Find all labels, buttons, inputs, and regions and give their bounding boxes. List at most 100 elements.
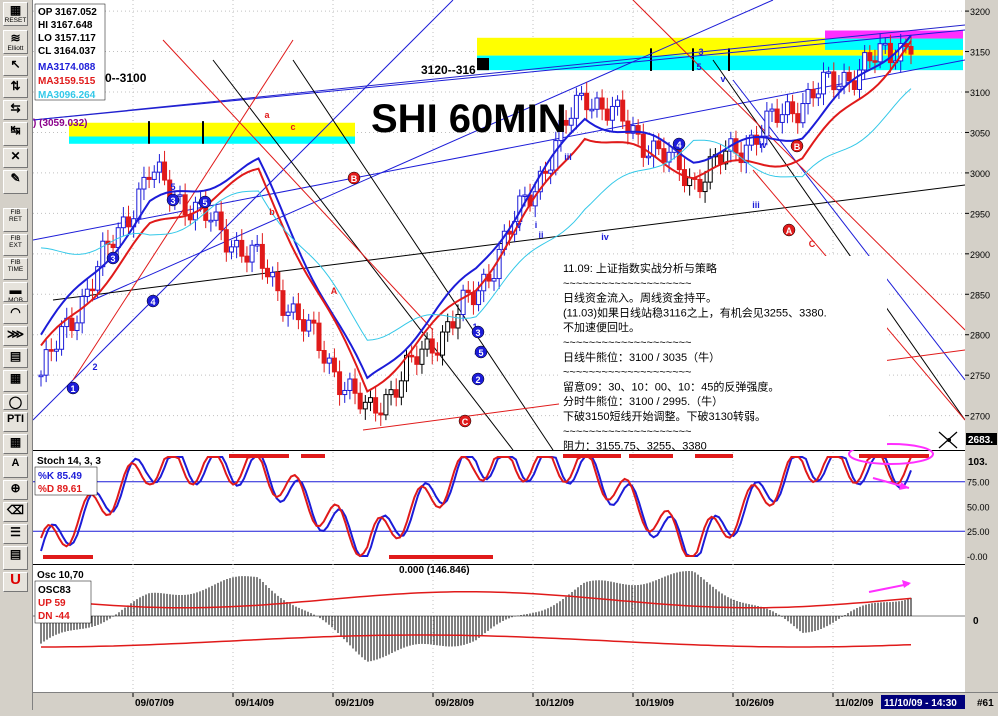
candle-body (620, 99, 626, 122)
wave-label: v (720, 74, 725, 84)
note-line: (11.03)如果日线站稳3116之上，有机会见3255、3380. (563, 305, 827, 319)
wave-label: 3 (475, 328, 480, 338)
tool-fib-ext-button[interactable]: FIB EXT (3, 234, 28, 256)
tool-grid2-button[interactable]: ▦ (3, 370, 28, 392)
cursor-icon: ↖ (10, 57, 21, 71)
candle-body (460, 289, 466, 316)
candle-body (326, 357, 332, 364)
ohlc-legend: OP 3167.052 HI 3167.648 LO 3157.117 CL 3… (34, 3, 106, 101)
candle-body (316, 322, 322, 352)
date-label: 11/02/09 (835, 698, 874, 709)
tool-cross-button[interactable]: ✕ (3, 148, 28, 168)
current-value: 2683. (968, 435, 993, 446)
candle-body (465, 289, 471, 294)
candle-body (548, 169, 554, 174)
tool-properties-button[interactable]: ☰ (3, 524, 28, 544)
candle-body (599, 97, 605, 110)
candle-body (445, 321, 451, 333)
corner-label: #61 (977, 698, 994, 709)
axis-label: 2950 (970, 209, 990, 219)
candle-body (851, 80, 857, 90)
ohlc-open: OP 3167.052 (38, 7, 97, 18)
date-axis[interactable]: 09/07/09 09/14/09 09/21/09 09/28/09 10/12/09… (33, 692, 998, 711)
axis-label: 2700 (970, 412, 990, 422)
axis-label: 2800 (970, 331, 990, 341)
candle-body (373, 397, 379, 414)
candle-body (357, 392, 363, 410)
grid-icon: ▦ (9, 3, 22, 17)
tool-magnifier-button[interactable]: ⊕ (3, 480, 28, 500)
tool-label: MOB (8, 297, 23, 302)
tool-fib-arc-button[interactable]: ◠ (3, 304, 28, 324)
candle-body (609, 105, 615, 121)
date-label: 09/14/09 (235, 698, 274, 709)
candle-body (393, 389, 399, 398)
tool-pencil-button[interactable]: ✎ (3, 170, 28, 194)
candle-body (857, 69, 863, 90)
wave-label: B (794, 142, 801, 152)
tool-cursor-button[interactable]: ↖ (3, 56, 28, 76)
osc-title: Osc 10,70 (37, 570, 84, 581)
candle-body (228, 246, 234, 253)
candle-body (584, 92, 590, 111)
tool-label: FIB TIME (7, 259, 24, 273)
candle-body (69, 317, 75, 331)
tool-channel-button[interactable]: ▤ (3, 348, 28, 368)
tool-fib-time-button[interactable]: FIB TIME (3, 258, 28, 280)
tool-fan-button[interactable]: ⋙ (3, 326, 28, 346)
candle-body (84, 288, 90, 298)
osc-zero-label: 0.000 (146.846) (399, 565, 470, 576)
tool-text-tool-button[interactable]: A (3, 456, 28, 478)
candle-body (553, 140, 559, 171)
tool-mob-button[interactable]: ▬ MOB (3, 282, 28, 302)
table-icon: ▦ (9, 435, 22, 449)
tool-text-cursor-button[interactable]: ⇅ (3, 78, 28, 98)
tool-ellipse-button[interactable]: ◯ELIPS (3, 394, 28, 410)
candle-body (234, 239, 240, 248)
chart-svg: 1234535abcABC12345iiiivviiiABC435viiiiv … (32, 0, 966, 692)
note-line: 分时牛熊位：3100 / 2995.（牛） (563, 394, 723, 408)
channel-icon: ▤ (9, 349, 22, 363)
candle-body (718, 154, 724, 165)
candle-body (120, 216, 126, 229)
tool-eraser-button[interactable]: ⌫ (3, 502, 28, 522)
price-axis[interactable]: 3200 3150 3100 3050 3000 2950 2900 2850 2800 2750… (965, 0, 998, 692)
candle-body (362, 401, 368, 410)
candle-body (74, 322, 80, 331)
stoch-axis-label: -0.00 (967, 552, 988, 562)
tool-fib-ret-button[interactable]: FIB RET (3, 208, 28, 232)
candle-body (687, 177, 693, 187)
notes-icon: ▤ (9, 547, 22, 561)
candle-body (661, 148, 667, 163)
tool-arrows-button[interactable]: ⇆ (3, 100, 28, 120)
wave-label: 4 (150, 297, 155, 307)
candle-body (48, 349, 54, 352)
candle-body (656, 140, 662, 150)
candle-body (347, 378, 353, 391)
tool-grid-button[interactable]: ▦ RESET (3, 2, 28, 26)
wave-label: b (269, 207, 275, 217)
wave-label: 3 (170, 196, 175, 206)
fan-icon: ⋙ (6, 327, 25, 341)
tool-pti-button[interactable]: PTI (3, 412, 28, 432)
candle-body (681, 169, 687, 187)
candle-body (218, 211, 224, 231)
date-label: 09/07/09 (135, 698, 174, 709)
ma-label-1: MA3174.088 (38, 62, 96, 73)
tool-table-button[interactable]: ▦ (3, 434, 28, 454)
candle-body (846, 71, 852, 82)
note-line: 下破3150短线开始调整。下破3130转弱。 (563, 409, 766, 423)
level-label-3059: ) (3059.032) (33, 118, 87, 129)
tool-magnet-button[interactable]: U (3, 572, 28, 592)
ohlc-low: LO 3157.117 (38, 33, 96, 44)
tool-notes-button[interactable]: ▤ (3, 546, 28, 570)
candle-body (311, 319, 317, 324)
tool-zoom-button[interactable]: ↹ (3, 122, 28, 146)
candle-body (877, 43, 883, 63)
tool-elliott-button[interactable]: ≋ Elliott (3, 30, 28, 54)
stoch-axis-label: 25.00 (967, 527, 990, 537)
candle-body (795, 113, 801, 124)
candle-body (53, 348, 59, 352)
axis-label: 3150 (970, 48, 990, 58)
note-line: 11.09: 上证指数实战分析与策略 (563, 261, 717, 275)
